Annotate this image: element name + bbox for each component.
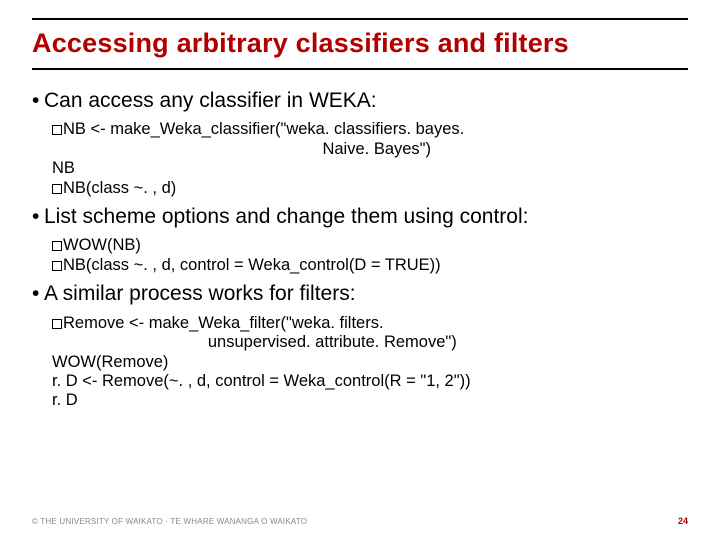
code-line: NB(class ~. , d, control = Weka_control(… (52, 256, 688, 275)
bullet-dot-icon: • (32, 88, 44, 114)
missing-glyph-icon (52, 125, 62, 135)
code-line: Naive. Bayes") (52, 140, 688, 159)
bullet-1: •Can access any classifier in WEKA: (32, 88, 688, 114)
bullet-3: •A similar process works for filters: (32, 281, 688, 307)
bullet-2-text: List scheme options and change them usin… (44, 205, 528, 228)
footer-copyright: © THE UNIVERSITY OF WAIKATO · TE WHARE W… (32, 517, 307, 526)
missing-glyph-icon (52, 241, 62, 251)
title-rule (32, 68, 688, 70)
bullet-3-text: A similar process works for filters: (44, 282, 356, 305)
code-line: Remove <- make_Weka_filter("weka. filter… (52, 314, 688, 333)
bullet-1-text: Can access any classifier in WEKA: (44, 89, 377, 112)
missing-glyph-icon (52, 319, 62, 329)
top-rule (32, 18, 688, 20)
slide: Accessing arbitrary classifiers and filt… (0, 0, 720, 540)
bullet-dot-icon: • (32, 204, 44, 230)
code-line: r. D <- Remove(~. , d, control = Weka_co… (52, 372, 688, 391)
page-number: 24 (678, 516, 688, 526)
code-block-1: NB <- make_Weka_classifier("weka. classi… (52, 120, 688, 198)
code-line: WOW(NB) (52, 236, 688, 255)
bullet-dot-icon: • (32, 281, 44, 307)
code-block-3: Remove <- make_Weka_filter("weka. filter… (52, 314, 688, 411)
bullet-2: •List scheme options and change them usi… (32, 204, 688, 230)
code-line: r. D (52, 391, 688, 410)
code-line: NB (52, 159, 688, 178)
missing-glyph-icon (52, 184, 62, 194)
slide-content: •Can access any classifier in WEKA: NB <… (32, 82, 688, 417)
code-block-2: WOW(NB) NB(class ~. , d, control = Weka_… (52, 236, 688, 275)
code-line: WOW(Remove) (52, 353, 688, 372)
slide-title: Accessing arbitrary classifiers and filt… (32, 28, 688, 59)
code-line: unsupervised. attribute. Remove") (52, 333, 688, 352)
code-line: NB <- make_Weka_classifier("weka. classi… (52, 120, 688, 139)
code-line: NB(class ~. , d) (52, 179, 688, 198)
missing-glyph-icon (52, 261, 62, 271)
